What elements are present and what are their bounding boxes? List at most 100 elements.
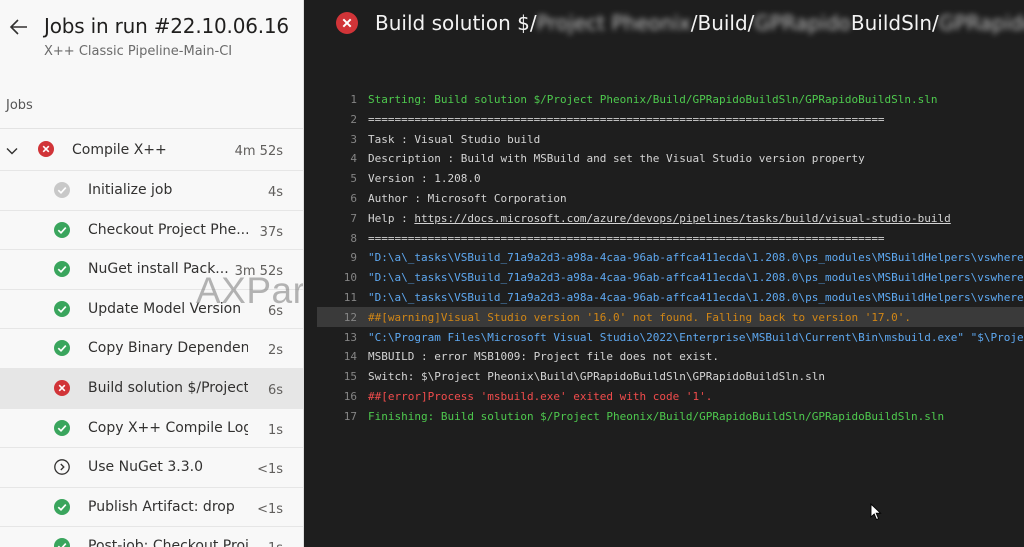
line-number: 15 <box>343 370 357 384</box>
step-duration: 4s <box>267 185 283 200</box>
step-row[interactable]: Publish Artifact: drop <1s <box>0 486 303 527</box>
line-number: 10 <box>343 271 357 285</box>
log-line: 7 Help : https://docs.microsoft.com/azure… <box>305 208 1024 228</box>
step-name: NuGet install Pack... <box>88 261 229 278</box>
success-status-icon <box>54 538 70 547</box>
jobs-panel: Jobs in run #22.10.06.16 X++ Classic Pip… <box>0 0 304 547</box>
skipped-status-icon <box>54 182 70 198</box>
step-row[interactable]: Copy X++ Compile Log... 1s <box>0 407 303 448</box>
log-text: ========================================… <box>368 232 885 245</box>
back-arrow-icon[interactable] <box>9 17 29 37</box>
job-group-compile[interactable]: Compile X++ 4m 52s <box>0 130 303 170</box>
line-number: 6 <box>350 191 357 205</box>
line-number: 4 <box>350 152 357 166</box>
log-title-part: /Build/ <box>690 11 755 35</box>
log-text-content: Author : Microsoft Corporation <box>368 191 567 205</box>
log-text-content: Starting: Build solution $/Project Pheon… <box>368 93 938 106</box>
log-line: 2 =======================================… <box>305 109 1024 129</box>
log-text: MSBUILD : error MSB1009: Project file do… <box>368 350 719 363</box>
log-text-content: "D:\a\_tasks\VSBuild_71a9a2d3-a98a-4caa-… <box>368 290 1024 304</box>
chevron-down-icon[interactable] <box>6 145 18 157</box>
log-text: Starting: Build solution $/Project Pheon… <box>368 93 938 106</box>
line-number: 13 <box>343 330 357 344</box>
step-row[interactable]: Build solution $/Project... 6s <box>0 367 303 408</box>
log-line: 6 Author : Microsoft Corporation <box>305 188 1024 208</box>
step-row[interactable]: NuGet install Pack... 3m 52s <box>0 249 303 289</box>
step-name: Post-job: Checkout Proj... <box>88 538 248 547</box>
log-text-content: "D:\a\_tasks\VSBuild_71a9a2d3-a98a-4caa-… <box>368 271 1024 285</box>
success-status-icon <box>54 419 70 436</box>
step-row[interactable]: Checkout Project Phe... 37s <box>0 209 303 250</box>
success-status-icon <box>54 300 70 317</box>
line-number: 3 <box>350 132 357 146</box>
step-name: Copy Binary Dependen... <box>88 340 248 357</box>
log-text-content: Switch: $\Project Pheonix\Build\GPRapido… <box>368 370 825 384</box>
line-number: 1 <box>350 93 357 106</box>
line-number: 7 <box>350 211 357 225</box>
failed-status-icon <box>336 12 358 34</box>
run-header: Jobs in run #22.10.06.16 X++ Classic Pip… <box>0 0 303 84</box>
pipeline-name[interactable]: X++ Classic Pipeline-Main-CI <box>44 44 232 59</box>
success-status-icon <box>54 261 70 278</box>
success-status-icon <box>54 498 70 515</box>
line-number: 5 <box>350 172 357 186</box>
redacted-text: GPRapido <box>754 11 851 35</box>
log-text-content: Description : Build with MSBuild and set… <box>368 152 865 166</box>
line-number: 8 <box>350 231 357 245</box>
step-name: Build solution $/Project... <box>88 379 248 396</box>
log-text-content: Task : Visual Studio build <box>368 132 541 146</box>
step-duration: 3m 52s <box>234 264 283 280</box>
log-text: "D:\a\_tasks\VSBuild_71a9a2d3-a98a-4caa-… <box>368 271 1024 284</box>
step-name: Update Model Version <box>88 300 242 317</box>
log-line: 1 Starting: Build solution $/Project Pheo… <box>305 89 1024 109</box>
step-duration: <1s <box>257 462 283 478</box>
log-panel: Build solution $/Project Pheonix/Build/G… <box>305 0 1024 547</box>
step-row[interactable]: Copy Binary Dependen... 2s <box>0 328 303 368</box>
log-line: 17 Finishing: Build solution $/Project Ph… <box>305 406 1024 426</box>
step-row[interactable]: Update Model Version 6s <box>0 288 303 329</box>
log-text: ##[error]Process 'msbuild.exe' exited wi… <box>368 390 712 403</box>
log-text: ##[warning]Visual Studio version '16.0' … <box>368 311 911 324</box>
page-title: Jobs in run #22.10.06.16 <box>44 14 289 38</box>
step-row[interactable]: Initialize job 4s <box>0 170 303 210</box>
log-title-prefix: Build solution $/ <box>375 11 537 35</box>
log-line: 11 "D:\a\_tasks\VSBuild_71a9a2d3-a98a-4ca… <box>305 287 1024 307</box>
step-name: Checkout Project Phe... <box>88 221 248 238</box>
log-line: 15 Switch: $\Project Pheonix\Build\GPRapi… <box>305 366 1024 386</box>
help-link[interactable]: https://docs.microsoft.com/azure/devops/… <box>414 212 950 225</box>
step-row[interactable]: Post-job: Checkout Proj... 1s <box>0 526 303 547</box>
step-duration: 1s <box>267 422 283 438</box>
divider <box>0 128 303 129</box>
log-text: Description : Build with MSBuild and set… <box>368 152 865 165</box>
step-duration: 6s <box>267 303 283 319</box>
step-row[interactable]: Use NuGet 3.3.0 <1s <box>0 447 303 487</box>
log-text-content: ##[warning]Visual Studio version '16.0' … <box>368 310 912 324</box>
log-text: Task : Visual Studio build <box>368 133 540 146</box>
step-name: Initialize job <box>88 182 173 198</box>
job-group-name: Compile X++ <box>72 142 167 158</box>
failed-status-icon <box>54 379 70 396</box>
line-number: 2 <box>350 112 357 126</box>
step-name: Use NuGet 3.3.0 <box>88 459 203 476</box>
step-duration: 37s <box>259 224 283 240</box>
log-text: "D:\a\_tasks\VSBuild_71a9a2d3-a98a-4caa-… <box>368 251 1024 264</box>
log-text-content: ========================================… <box>368 112 885 126</box>
log-line: 3 Task : Visual Studio build <box>305 129 1024 149</box>
log-text-content: Finishing: Build solution $/Project Pheo… <box>368 409 945 423</box>
redacted-text: Project Pheonix <box>536 11 691 35</box>
log-text: "C:\Program Files\Microsoft Visual Studi… <box>368 331 1024 344</box>
pending-status-icon <box>54 459 70 476</box>
step-duration: 6s <box>267 382 283 398</box>
line-number: 14 <box>343 350 357 364</box>
log-output[interactable]: 1 Starting: Build solution $/Project Pheo… <box>305 89 1024 426</box>
log-line: 9 "D:\a\_tasks\VSBuild_71a9a2d3-a98a-4caa… <box>305 247 1024 267</box>
jobs-section-label: Jobs <box>6 98 33 113</box>
line-number: 11 <box>343 290 357 304</box>
log-text-content: "D:\a\_tasks\VSBuild_71a9a2d3-a98a-4caa-… <box>368 251 1024 265</box>
redacted-text: GPRapidoBuildSln <box>938 11 1024 35</box>
log-text: "D:\a\_tasks\VSBuild_71a9a2d3-a98a-4caa-… <box>368 291 1024 304</box>
job-group-duration: 4m 52s <box>234 144 283 159</box>
log-line: 8 =======================================… <box>305 228 1024 248</box>
log-line: 4 Description : Build with MSBuild and se… <box>305 148 1024 168</box>
success-status-icon <box>54 221 70 238</box>
